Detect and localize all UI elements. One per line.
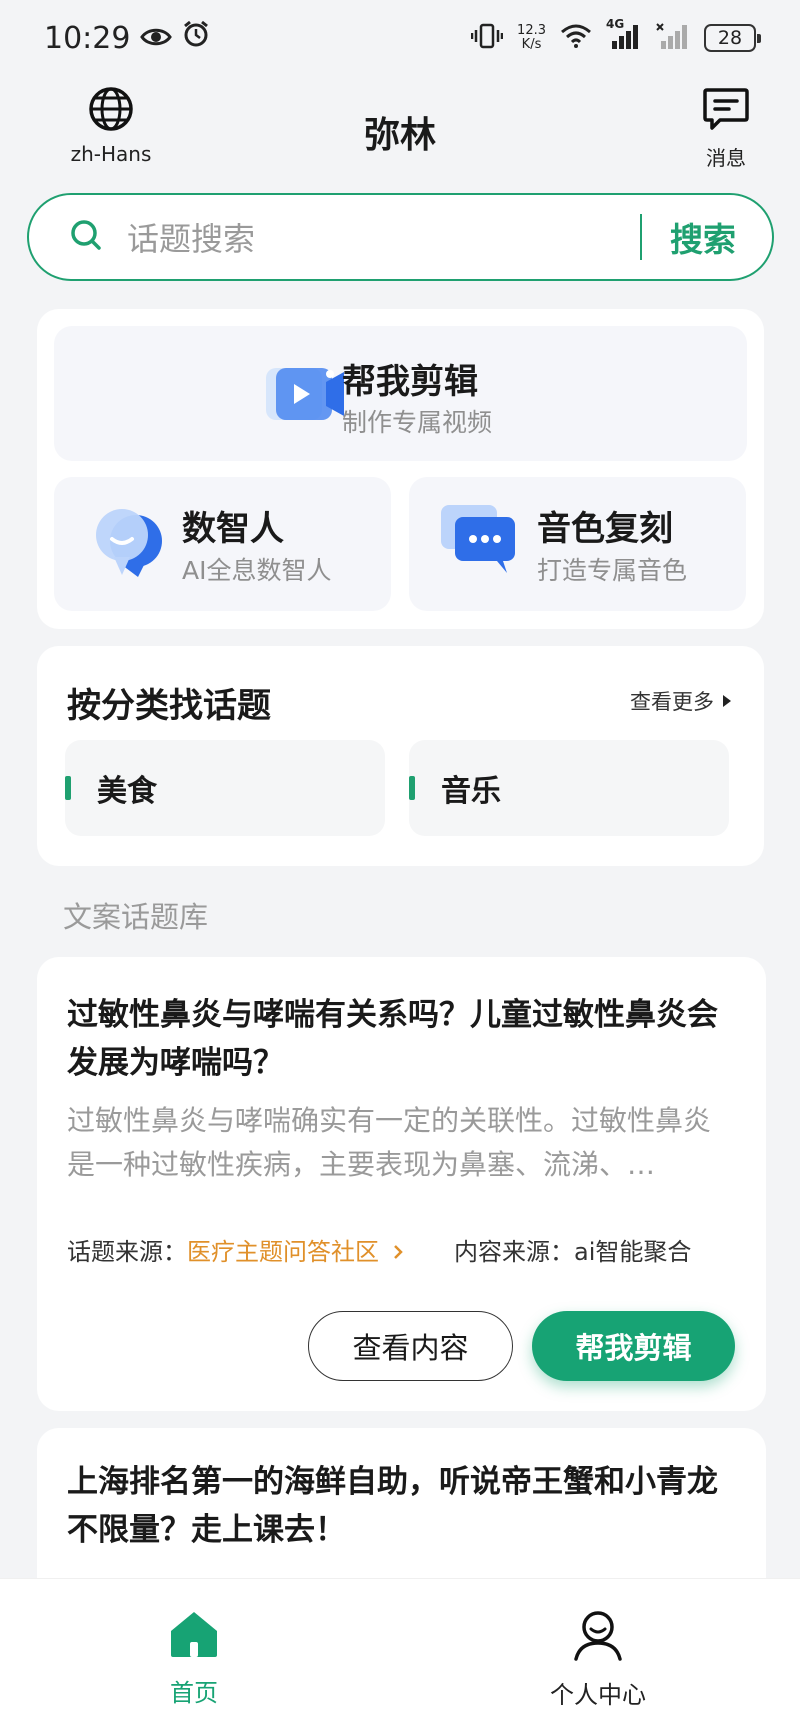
digital-human-title: 数智人 [182, 509, 284, 549]
category-item-food[interactable]: 美食 [65, 740, 385, 836]
messages-label: 消息 [706, 146, 746, 170]
view-content-button[interactable]: 查看内容 [308, 1311, 513, 1381]
chevron-right-icon [385, 1238, 403, 1266]
voice-clone-title: 音色复刻 [537, 509, 673, 549]
category-title: 按分类找话题 [67, 686, 271, 726]
edit-video-button[interactable]: 帮我剪辑 [532, 1311, 735, 1381]
message-icon [702, 86, 750, 136]
edit-video-tool[interactable]: 帮我剪辑 制作专属视频 [54, 326, 747, 461]
eye-icon [140, 21, 173, 56]
tools-card: 帮我剪辑 制作专属视频 数智人 AI全息数智人 音色复刻 打造专属音色 [37, 309, 764, 629]
alarm-icon [182, 20, 210, 56]
chat-bubble-icon [441, 505, 517, 579]
section-heading: 文案话题库 [63, 900, 209, 934]
messages-button[interactable]: 消息 [702, 86, 750, 171]
video-camera-icon [264, 362, 348, 430]
digital-human-subtitle: AI全息数智人 [182, 556, 332, 585]
category-label: 美食 [97, 774, 157, 809]
category-marker [65, 776, 71, 800]
vibrate-icon [470, 23, 504, 53]
home-icon [168, 1609, 220, 1663]
see-more-link[interactable]: 查看更多 [630, 686, 732, 716]
caret-right-icon [722, 689, 732, 713]
topic-title: 过敏性鼻炎与哮喘有关系吗？儿童过敏性鼻炎会发展为哮喘吗？ [67, 997, 718, 1081]
topic-description: 过敏性鼻炎与哮喘确实有一定的关联性。过敏性鼻炎是一种过敏性疾病，主要表现为鼻塞、… [67, 1104, 712, 1181]
net-speed: 12.3 K/s [517, 23, 546, 52]
search-input[interactable]: 话题搜索 [127, 214, 640, 260]
tab-home-label: 首页 [170, 1679, 218, 1707]
topic-source: 话题来源：医疗主题问答社区 [67, 1232, 403, 1267]
status-bar: 10:29 12.3 K/s 4G 28 [0, 0, 800, 76]
status-time: 10:29 [44, 20, 131, 56]
battery-icon: 28 [704, 24, 761, 52]
tab-profile[interactable]: 个人中心 [550, 1609, 646, 1710]
search-divider [640, 214, 642, 260]
topic-source-link[interactable]: 医疗主题问答社区 [187, 1238, 403, 1266]
category-label: 音乐 [441, 774, 501, 809]
search-icon [69, 218, 103, 256]
content-source: 内容来源：ai智能聚合 [454, 1238, 692, 1266]
edit-video-title: 帮我剪辑 [342, 362, 478, 402]
digital-human-tool[interactable]: 数智人 AI全息数智人 [54, 477, 391, 611]
status-left: 10:29 [44, 20, 210, 56]
digital-human-icon [92, 505, 164, 585]
wifi-icon [560, 24, 592, 52]
search-button[interactable]: 搜索 [670, 213, 736, 261]
bottom-tab-bar: 首页 个人中心 [0, 1578, 800, 1733]
tab-profile-label: 个人中心 [550, 1681, 646, 1709]
topic-title: 上海排名第一的海鲜自助，听说帝王蟹和小青龙不限量？走上课去！ [67, 1464, 718, 1548]
category-card: 按分类找话题 查看更多 美食 音乐 [37, 646, 764, 866]
user-icon [572, 1609, 624, 1665]
signal-weak-icon [656, 23, 690, 53]
edit-video-subtitle: 制作专属视频 [342, 408, 493, 437]
status-right: 12.3 K/s 4G 28 [470, 17, 761, 53]
category-marker [409, 776, 415, 800]
app-header: zh-Hans 弥林 消息 [0, 80, 800, 180]
search-bar[interactable]: 话题搜索 搜索 [27, 193, 774, 281]
tab-home[interactable]: 首页 [168, 1609, 220, 1708]
category-item-music[interactable]: 音乐 [409, 740, 729, 836]
voice-clone-tool[interactable]: 音色复刻 打造专属音色 [409, 477, 746, 611]
voice-clone-subtitle: 打造专属音色 [537, 556, 688, 585]
signal-icon: 4G [606, 17, 642, 53]
topic-card[interactable]: 过敏性鼻炎与哮喘有关系吗？儿童过敏性鼻炎会发展为哮喘吗？ 过敏性鼻炎与哮喘确实有… [37, 957, 766, 1411]
page-title: 弥林 [363, 115, 436, 156]
